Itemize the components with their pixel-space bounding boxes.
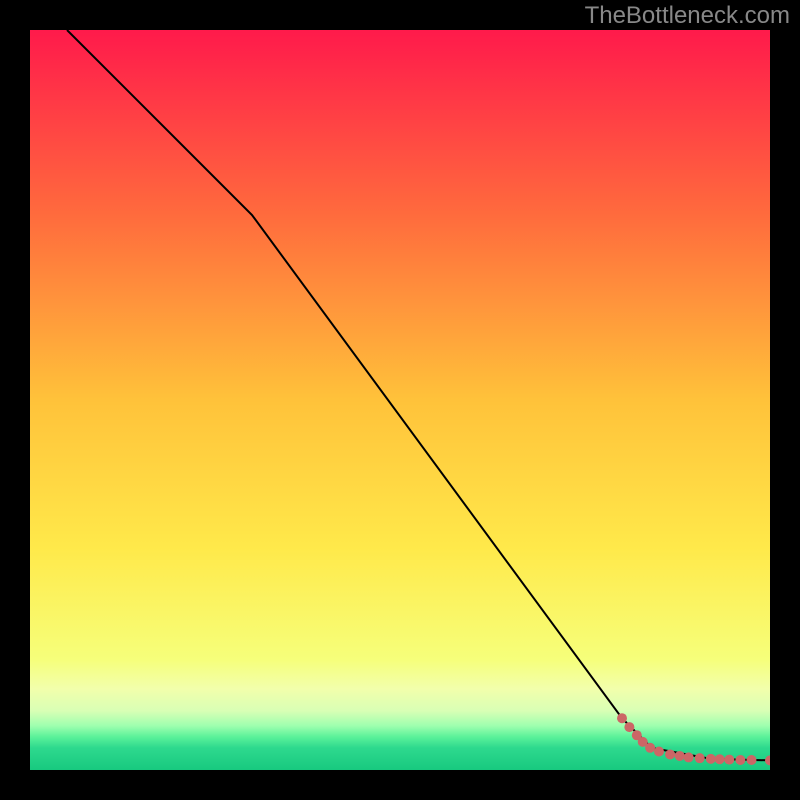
curve-marker [654,747,664,757]
curve-marker [665,749,675,759]
plot-background [30,30,770,770]
curve-marker [645,743,655,753]
curve-marker [624,722,634,732]
chart-container: TheBottleneck.com [0,0,800,800]
watermark-text: TheBottleneck.com [585,2,790,30]
curve-marker [675,751,685,761]
curve-marker [695,753,705,763]
curve-marker [735,755,745,765]
chart-plot [30,30,770,770]
curve-marker [715,754,725,764]
curve-marker [724,755,734,765]
curve-marker [747,755,757,765]
curve-marker [684,752,694,762]
curve-marker [706,754,716,764]
curve-marker [617,713,627,723]
